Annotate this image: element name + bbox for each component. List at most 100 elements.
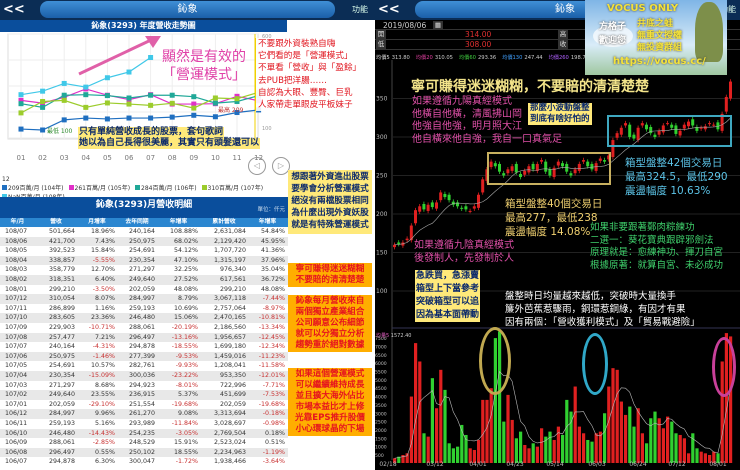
table-row[interactable]: 108/03 358,779 12.70% 271,297 32.25% 976,340 3… xyxy=(0,265,288,275)
table-row[interactable]: 106/12 284,997 9.96% 261,270 9.08% 3,313,694 -… xyxy=(0,409,288,419)
volume-bar[interactable] xyxy=(573,386,577,463)
candle[interactable] xyxy=(481,179,485,193)
table-row[interactable]: 106/09 288,061 -2.85% 248,529 15.91% 2,523,02… xyxy=(0,438,288,448)
volume-bar[interactable] xyxy=(477,439,481,463)
column-header[interactable]: 去年同期 xyxy=(117,218,157,227)
volume-bar[interactable] xyxy=(586,439,590,463)
table-row[interactable]: 107/05 254,691 10.57% 282,761 -9.93% 1,208,04… xyxy=(0,361,288,371)
table-row[interactable]: 108/06 421,700 7.43% 250,975 68.02% 2,129,420… xyxy=(0,236,288,247)
volume-bar[interactable] xyxy=(510,419,514,463)
table-row[interactable]: 107/12 310,054 8.07% 284,997 8.79% 3,067,118 -… xyxy=(0,294,288,304)
volume-bar[interactable] xyxy=(687,453,691,463)
column-header[interactable]: 營收 xyxy=(35,218,77,227)
data-point[interactable] xyxy=(83,115,89,121)
column-header[interactable]: 年增率 xyxy=(248,218,287,227)
volume-bar[interactable] xyxy=(632,426,636,463)
data-point[interactable] xyxy=(212,95,218,101)
table-row[interactable]: 108/05 392,523 15.84% 254,691 54.12% 1,707,72… xyxy=(0,246,288,256)
volume-bar[interactable] xyxy=(506,394,510,463)
volume-bar[interactable] xyxy=(535,446,539,463)
table-row[interactable]: 107/04 230,354 -15.09% 300,036 -23.22% 953,35… xyxy=(0,371,288,381)
table-row[interactable]: 107/01 202,059 -29.10% 251,554 -19.68% 202,05… xyxy=(0,400,288,410)
data-point[interactable] xyxy=(148,102,154,108)
legend-item[interactable]: 310百萬/月 (107年) xyxy=(201,185,263,192)
volume-bar[interactable] xyxy=(577,426,581,463)
legend-item[interactable]: 261百萬/月 (105年) xyxy=(68,185,130,192)
table-row[interactable]: 107/06 250,975 -1.46% 277,399 -9.53% 1,459,01… xyxy=(0,351,288,362)
data-point[interactable] xyxy=(40,88,46,94)
table-row[interactable]: 106/11 259,193 5.16% 293,989 -11.84% 3,028,69… xyxy=(0,419,288,429)
data-point[interactable] xyxy=(104,93,110,99)
data-point[interactable] xyxy=(212,114,218,120)
volume-bar[interactable] xyxy=(699,451,703,463)
calendar-icon[interactable]: ▦ xyxy=(433,21,443,30)
candle[interactable] xyxy=(414,210,417,224)
candle[interactable] xyxy=(447,194,451,201)
data-point[interactable] xyxy=(148,115,154,121)
volume-bar[interactable] xyxy=(561,434,565,463)
volume-bar[interactable] xyxy=(489,388,493,463)
data-point[interactable] xyxy=(169,100,175,106)
table-row[interactable]: 107/03 271,297 8.68% 294,923 -8.01% 722,996 -7… xyxy=(0,381,288,391)
data-point[interactable] xyxy=(40,104,46,110)
volume-bar[interactable] xyxy=(666,416,670,463)
column-header[interactable]: 年增率 xyxy=(157,218,200,227)
data-point[interactable] xyxy=(126,101,132,107)
volume-bar[interactable] xyxy=(531,443,535,463)
data-point[interactable] xyxy=(234,96,240,102)
volume-bar[interactable] xyxy=(640,433,644,463)
volume-bar[interactable] xyxy=(594,433,598,463)
legend-item[interactable]: 209百萬/月 (104年) xyxy=(2,185,64,192)
data-point[interactable] xyxy=(18,101,24,107)
back-button[interactable]: << xyxy=(378,2,400,17)
volume-bar[interactable] xyxy=(590,441,594,463)
table-row[interactable]: 107/08 257,477 7.21% 296,497 -13.16% 1,956,65… xyxy=(0,332,288,343)
candle[interactable] xyxy=(468,210,472,212)
table-row[interactable]: 108/01 299,210 -3.50% 202,059 48.08% 299,210 4… xyxy=(0,285,288,295)
candle[interactable] xyxy=(729,81,732,99)
data-point[interactable] xyxy=(18,126,24,132)
candle[interactable] xyxy=(435,202,438,209)
volume-bar[interactable] xyxy=(624,414,628,463)
candle[interactable] xyxy=(472,206,476,209)
column-header[interactable]: 年/月 xyxy=(0,218,35,227)
data-point[interactable] xyxy=(191,112,197,118)
table-row[interactable]: 108/07 501,664 18.96% 240,164 108.88% 2,631,0… xyxy=(0,227,288,237)
candle[interactable] xyxy=(418,206,422,212)
table-row[interactable]: 107/10 283,605 23.36% 246,480 15.06% 2,470,16… xyxy=(0,313,288,323)
table-row[interactable]: 107/02 249,640 23.55% 236,915 5.37% 451,699 -7… xyxy=(0,390,288,400)
volume-bar[interactable] xyxy=(426,436,430,463)
volume-bar[interactable] xyxy=(443,389,447,463)
table-row[interactable]: 108/02 318,351 6.40% 249,640 27.52% 617,561 36… xyxy=(0,275,288,285)
volume-bar[interactable] xyxy=(481,399,485,463)
data-point[interactable] xyxy=(169,114,175,120)
data-point[interactable] xyxy=(148,92,154,98)
candle[interactable] xyxy=(422,203,426,210)
volume-bar[interactable] xyxy=(670,421,674,463)
volume-bar[interactable] xyxy=(435,408,439,463)
volume-bar[interactable] xyxy=(514,438,518,463)
table-row[interactable]: 107/11 286,899 1.16% 259,193 10.69% 2,757,064… xyxy=(0,304,288,314)
volume-bar[interactable] xyxy=(456,446,460,463)
function-button[interactable]: 功能 xyxy=(352,4,368,15)
volume-bar[interactable] xyxy=(582,433,586,463)
volume-bar[interactable] xyxy=(636,408,640,463)
data-point[interactable] xyxy=(40,98,46,104)
volume-bar[interactable] xyxy=(678,434,682,463)
candle[interactable] xyxy=(405,238,409,241)
volume-bar[interactable] xyxy=(519,431,523,463)
candle[interactable] xyxy=(443,193,447,198)
data-point[interactable] xyxy=(104,100,110,106)
back-button[interactable]: << xyxy=(3,2,25,17)
candle[interactable] xyxy=(460,207,464,209)
candle[interactable] xyxy=(477,194,480,208)
table-row[interactable]: 106/10 246,480 -14.43% 254,235 -3.05% 2,769,5… xyxy=(0,428,288,439)
candle[interactable] xyxy=(724,96,728,112)
data-point[interactable] xyxy=(83,92,89,98)
data-point[interactable] xyxy=(61,92,67,98)
volume-bar[interactable] xyxy=(628,406,632,463)
chart-prev-button[interactable]: ◁ xyxy=(248,157,266,175)
volume-bar[interactable] xyxy=(703,453,707,463)
table-row[interactable]: 108/04 338,857 -5.55% 230,354 47.10% 1,315,19… xyxy=(0,255,288,266)
volume-bar[interactable] xyxy=(439,369,443,463)
